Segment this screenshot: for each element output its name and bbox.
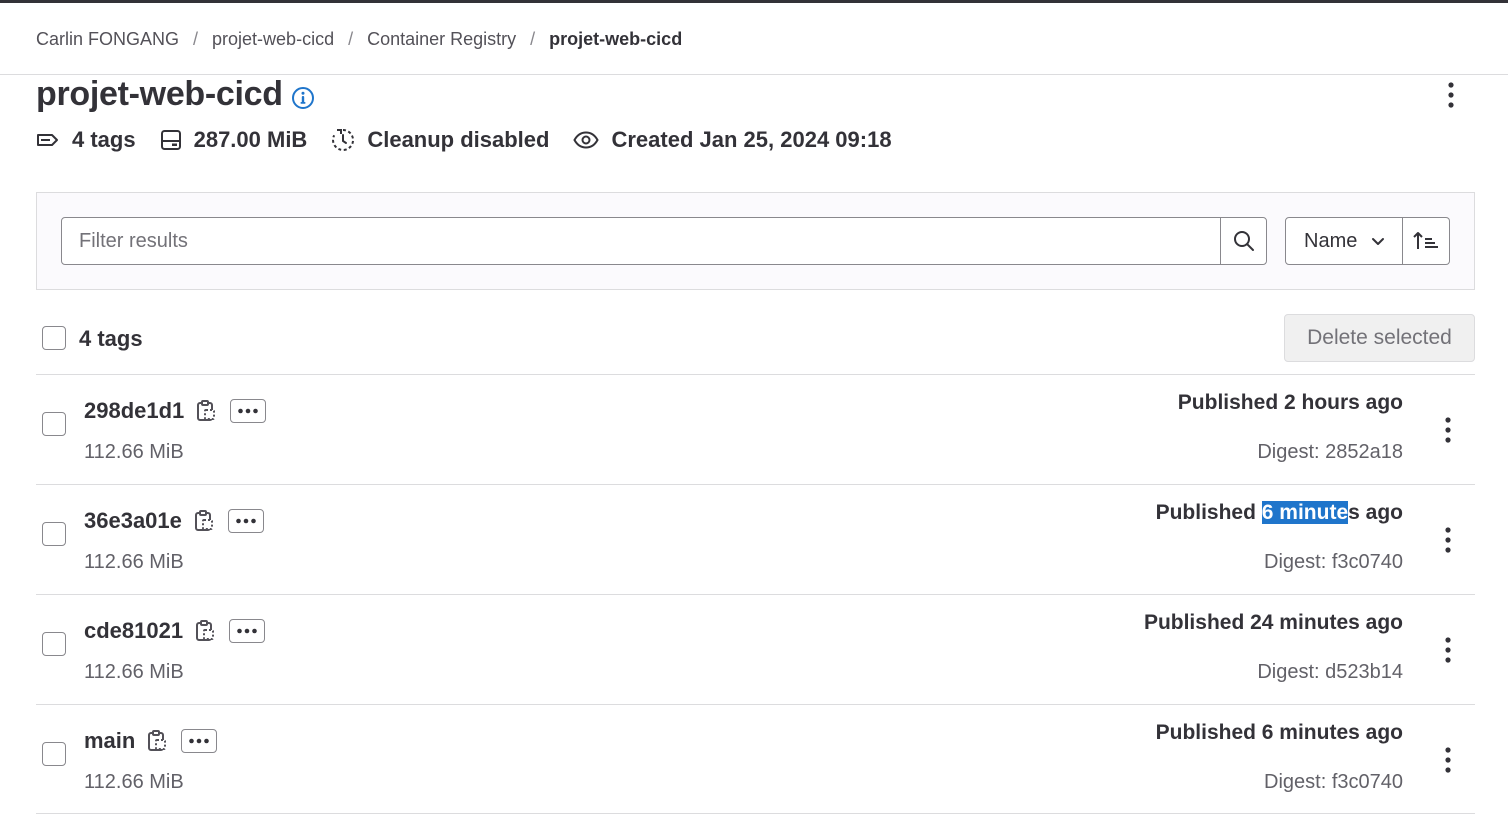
meta-created-date: Created Jan 25, 2024 09:18 (611, 127, 892, 152)
breadcrumb-current[interactable]: projet-web-cicd (549, 29, 682, 50)
sort-by-dropdown[interactable]: Name (1285, 217, 1403, 265)
table-row: 36e3a01e 112.66 MiB Published 6 minutes … (36, 484, 1475, 594)
meta-tags: 4 tags (36, 127, 136, 153)
breadcrumb: Carlin FONGANG / projet-web-cicd / Conta… (36, 27, 682, 51)
tag-digest: Digest: f3c0740 (1264, 551, 1403, 573)
sort-lowest-icon (1413, 232, 1438, 249)
tags-list-header: 4 tags Delete selected (36, 314, 1475, 374)
tag-name: cde81021 (84, 618, 184, 643)
chevron-down-icon (1371, 236, 1385, 246)
row-actions-kebab-icon[interactable] (1435, 525, 1461, 555)
tag-size: 112.66 MiB (84, 661, 184, 683)
label-icon (37, 134, 58, 146)
sort-group: Name (1285, 217, 1450, 265)
row-checkbox[interactable] (42, 632, 66, 656)
sort-direction-button[interactable] (1403, 217, 1450, 265)
more-details-button[interactable] (181, 729, 218, 753)
tag-size: 112.66 MiB (84, 771, 184, 793)
more-details-button[interactable] (229, 619, 266, 643)
row-actions-kebab-icon[interactable] (1435, 635, 1461, 665)
search-button[interactable] (1220, 218, 1266, 264)
delete-selected-button[interactable]: Delete selected (1284, 314, 1475, 362)
published-prefix: Published (1155, 501, 1262, 524)
breadcrumb-user[interactable]: Carlin FONGANG (36, 29, 179, 50)
page-title-row: projet-web-cicd (36, 72, 315, 116)
tag-name: 298de1d1 (84, 398, 185, 423)
row-actions-kebab-icon[interactable] (1435, 415, 1461, 445)
breadcrumb-separator: / (530, 28, 536, 49)
filter-input[interactable] (62, 218, 1220, 264)
tag-name-line: 298de1d1 (84, 397, 267, 425)
table-row: 298de1d1 112.66 MiB Published 2 hours ag… (36, 374, 1475, 484)
meta-tags-count: 4 tags (72, 127, 136, 152)
tag-digest: Digest: f3c0740 (1264, 771, 1403, 793)
tags-count-label: 4 tags (79, 326, 143, 351)
tag-name-line: cde81021 (84, 617, 266, 645)
search-icon (1233, 231, 1254, 251)
ellipsis-icon (237, 628, 257, 634)
tag-name-line: 36e3a01e (84, 507, 264, 535)
filter-panel: Name (36, 192, 1475, 290)
more-details-button[interactable] (230, 399, 267, 423)
tag-name: main (84, 728, 136, 753)
copy-to-clipboard-icon[interactable] (194, 510, 214, 532)
meta-created: Created Jan 25, 2024 09:18 (573, 127, 892, 153)
copy-to-clipboard-icon[interactable] (195, 620, 215, 642)
tag-digest: Digest: 2852a18 (1257, 441, 1403, 463)
page-title: projet-web-cicd (36, 74, 283, 113)
tag-name: 36e3a01e (84, 508, 182, 533)
ellipsis-icon (236, 518, 256, 524)
tag-size: 112.66 MiB (84, 551, 184, 573)
published-time: Published 2 hours ago (1177, 391, 1403, 414)
meta-size-value: 287.00 MiB (193, 127, 308, 152)
breadcrumb-container-registry[interactable]: Container Registry (367, 29, 516, 50)
page-actions-kebab-icon[interactable] (1438, 80, 1464, 110)
tag-name-line: main (84, 727, 218, 755)
meta-size: 287.00 MiB (160, 127, 308, 153)
row-checkbox[interactable] (42, 742, 66, 766)
row-checkbox[interactable] (42, 412, 66, 436)
select-all-checkbox[interactable] (42, 326, 66, 350)
ellipsis-icon (189, 738, 210, 744)
table-row: cde81021 112.66 MiB Published 24 minutes… (36, 594, 1475, 704)
ellipsis-icon (238, 408, 259, 414)
sort-by-label: Name (1304, 229, 1358, 252)
meta-cleanup-status: Cleanup disabled (367, 127, 550, 152)
published-time: Published 24 minutes ago (1143, 611, 1403, 634)
expire-clock-icon (332, 128, 355, 151)
image-metadata: 4 tags 287.00 MiB Cleanup disabled Creat… (36, 126, 916, 154)
tag-digest: Digest: d523b14 (1257, 661, 1403, 683)
disk-icon (160, 130, 181, 150)
top-bar (0, 0, 1508, 3)
filter-search-box (61, 217, 1267, 265)
row-checkbox[interactable] (42, 522, 66, 546)
tag-size: 112.66 MiB (84, 441, 184, 463)
meta-cleanup: Cleanup disabled (331, 127, 549, 153)
breadcrumb-separator: / (348, 28, 354, 49)
table-row: main 112.66 MiB Published 6 minutes ago … (36, 704, 1475, 814)
published-suffix: s ago (1348, 501, 1403, 524)
row-actions-kebab-icon[interactable] (1435, 745, 1461, 775)
more-details-button[interactable] (227, 509, 264, 533)
published-time: Published 6 minutes ago (1156, 501, 1403, 525)
eye-icon (573, 131, 600, 149)
info-icon[interactable] (291, 86, 315, 110)
published-time: Published 6 minutes ago (1155, 721, 1403, 744)
breadcrumb-project[interactable]: projet-web-cicd (212, 29, 334, 50)
breadcrumb-separator: / (193, 28, 199, 49)
text-selection-highlight: 6 minute (1261, 501, 1349, 524)
copy-to-clipboard-icon[interactable] (147, 730, 167, 752)
copy-to-clipboard-icon[interactable] (196, 400, 216, 422)
